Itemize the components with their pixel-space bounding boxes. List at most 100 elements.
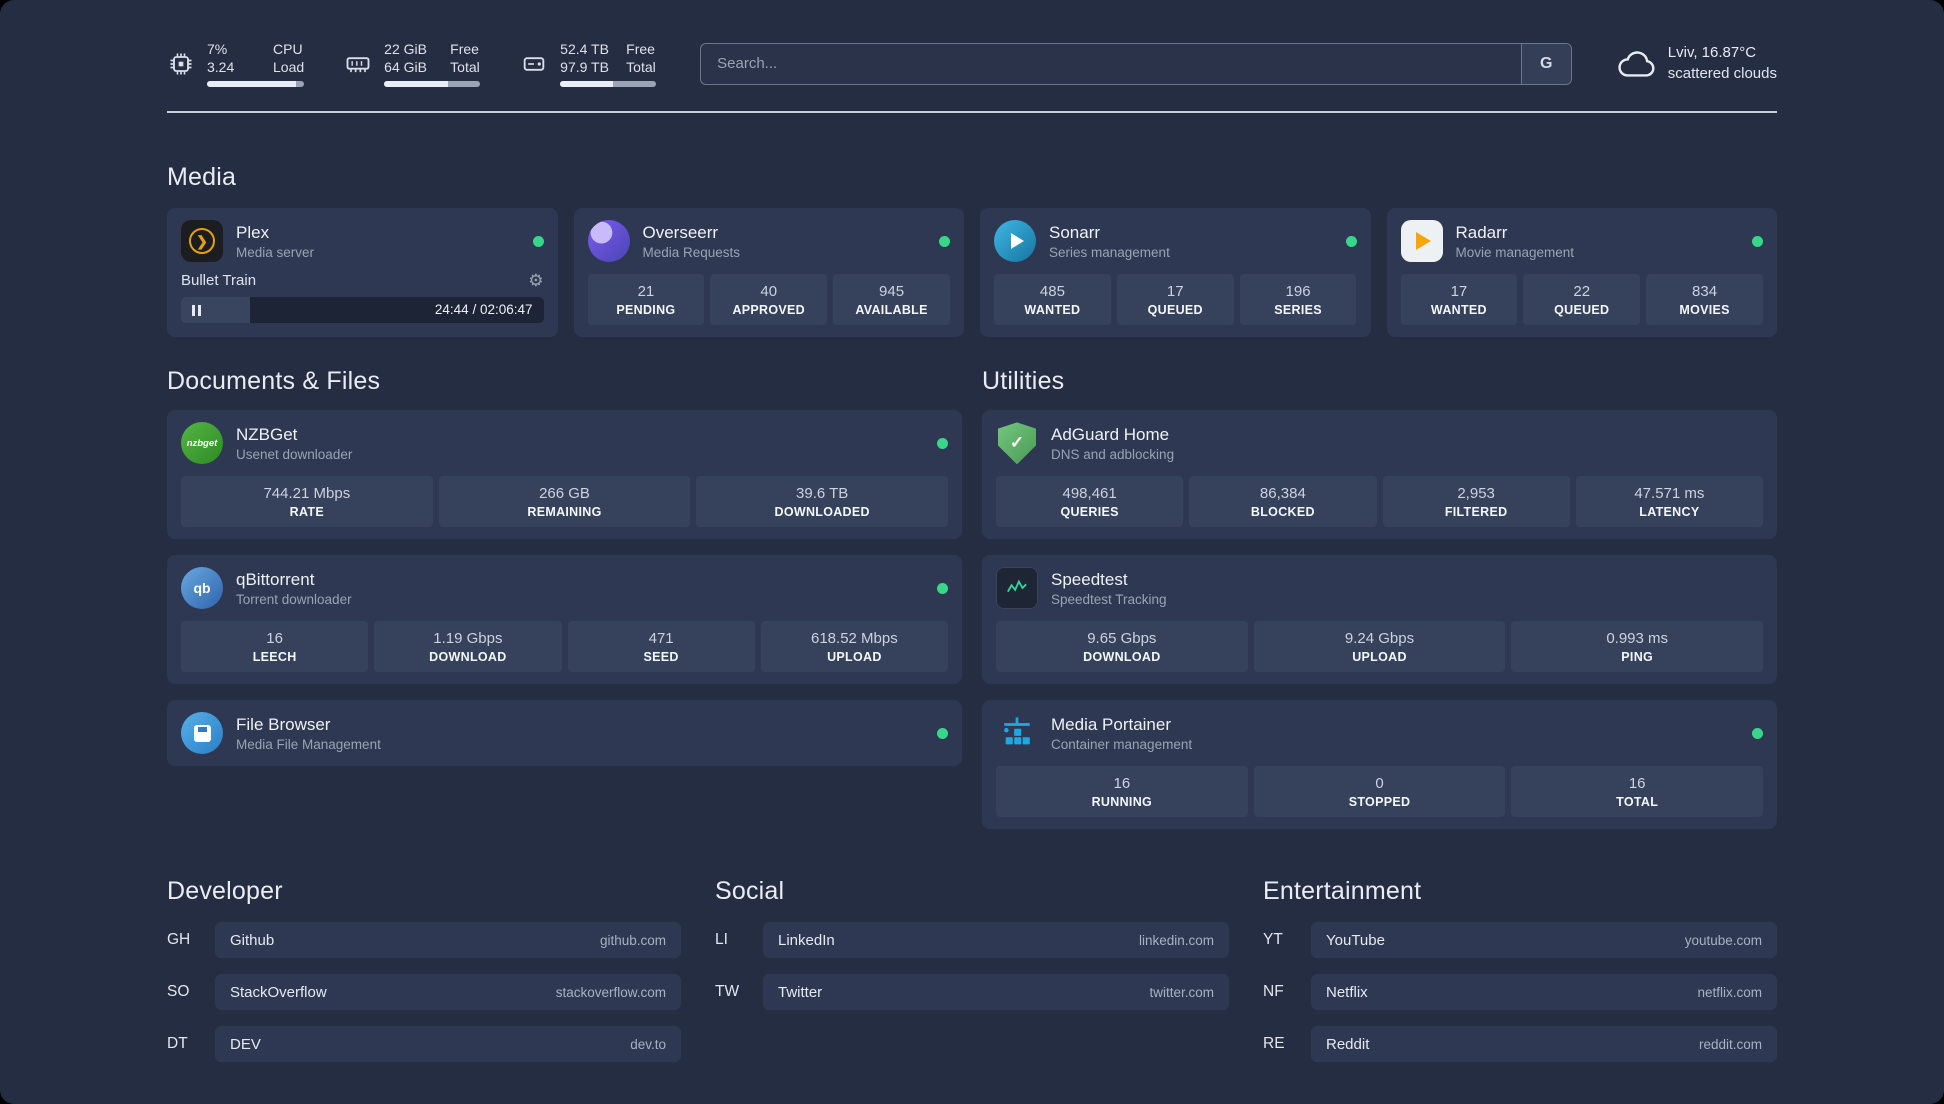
stat-total: 16 TOTAL xyxy=(1511,766,1764,818)
bookmark-abbr: NF xyxy=(1263,983,1284,1001)
bookmark-abbr: SO xyxy=(167,983,190,1001)
bookmark-stackoverflow[interactable]: SO StackOverflow stackoverflow.com xyxy=(167,974,681,1011)
cpu-icon xyxy=(167,50,195,78)
overseerr-icon xyxy=(587,220,630,263)
memory-total: 64 GiB xyxy=(384,59,427,76)
playback-time: 24:44 / 02:06:47 xyxy=(434,302,533,318)
stat-approved: 40 APPROVED xyxy=(710,274,828,326)
stat-pending: 21 PENDING xyxy=(587,274,705,326)
service-card-filebrowser[interactable]: File Browser Media File Management xyxy=(167,700,962,767)
bookmark-twitter[interactable]: TW Twitter twitter.com xyxy=(715,974,1229,1011)
bookmark-group-social: Social LI LinkedIn linkedin.com TW Twitt… xyxy=(715,877,1229,1062)
service-card-qbittorrent[interactable]: qb qBittorrent Torrent downloader 16 LEE… xyxy=(167,555,962,685)
status-dot xyxy=(937,582,948,594)
service-card-adguard[interactable]: ✓ AdGuard Home DNS and adblocking 498,46… xyxy=(982,410,1777,540)
stat-queued: 17 QUEUED xyxy=(1116,274,1234,326)
service-card-plex[interactable]: ❯ Plex Media server Bullet Train ⚙ 24:44… xyxy=(167,208,558,338)
pause-button[interactable] xyxy=(192,305,201,317)
status-dot xyxy=(937,437,948,449)
weather-location: Lviv, 16.87°C xyxy=(1667,44,1757,62)
service-card-sonarr[interactable]: Sonarr Series management 485 WANTED 17 Q… xyxy=(980,208,1371,338)
bookmark-name: DEV xyxy=(230,1035,261,1053)
stat-download: 9.65 Gbps DOWNLOAD xyxy=(996,621,1248,673)
stat-running: 16 RUNNING xyxy=(996,766,1248,818)
stat-series: 196 SERIES xyxy=(1239,274,1357,326)
bookmark-youtube[interactable]: YT YouTube youtube.com xyxy=(1263,922,1777,959)
cpu-usage-bar xyxy=(207,81,305,88)
service-card-portainer[interactable]: Media Portainer Container management 16 … xyxy=(982,700,1777,830)
section-title-utilities: Utilities xyxy=(982,367,1065,396)
bookmark-name: Twitter xyxy=(778,983,823,1001)
stat-wanted: 17 WANTED xyxy=(1400,274,1518,326)
resource-cpu: 7% 3.24 CPU Load xyxy=(167,40,305,88)
resource-memory: 22 GiB 64 GiB Free Total xyxy=(344,40,481,88)
search-provider-button[interactable]: G xyxy=(1520,43,1571,84)
bookmark-linkedin[interactable]: LI LinkedIn linkedin.com xyxy=(715,922,1229,959)
stat-downloaded: 39.6 TB DOWNLOADED xyxy=(696,476,949,528)
filebrowser-icon xyxy=(181,712,223,755)
bookmark-group-developer: Developer GH Github github.com SO StackO… xyxy=(167,877,681,1063)
stat-upload: 618.52 Mbps UPLOAD xyxy=(760,621,948,673)
adguard-icon: ✓ xyxy=(998,422,1036,465)
weather-widget: Lviv, 16.87°C scattered clouds xyxy=(1616,43,1777,84)
stat-movies: 834 MOVIES xyxy=(1646,274,1763,326)
service-card-nzbget[interactable]: nzbget NZBGet Usenet downloader 744.21 M… xyxy=(167,410,962,540)
cpu-label: CPU xyxy=(273,41,303,57)
search-input[interactable] xyxy=(701,43,1521,84)
service-name: Speedtest xyxy=(1051,569,1128,589)
bookmark-url: reddit.com xyxy=(1698,1036,1762,1052)
sonarr-icon xyxy=(994,220,1036,263)
status-dot xyxy=(939,235,950,247)
stat-blocked: 86,384 BLOCKED xyxy=(1189,476,1377,528)
service-name: Sonarr xyxy=(1049,222,1101,242)
bookmark-url: twitter.com xyxy=(1149,984,1214,1000)
radarr-icon xyxy=(1400,220,1443,263)
stat-queries: 498,461 QUERIES xyxy=(996,476,1184,528)
bookmark-abbr: LI xyxy=(715,931,728,949)
memory-free: 22 GiB xyxy=(384,41,427,57)
disk-total-label: Total xyxy=(626,59,656,76)
memory-free-label: Free xyxy=(450,41,479,57)
service-name: Radarr xyxy=(1455,222,1508,242)
bookmark-name: StackOverflow xyxy=(230,983,327,1001)
service-desc: Torrent downloader xyxy=(236,591,352,607)
bookmark-abbr: GH xyxy=(167,931,191,949)
now-playing-title: Bullet Train xyxy=(181,272,257,290)
utilities-group: Utilities ✓ AdGuard Home DNS and adblock… xyxy=(982,367,1777,830)
service-desc: Media Requests xyxy=(642,244,741,260)
service-card-radarr[interactable]: Radarr Movie management 17 WANTED 22 QUE… xyxy=(1386,208,1777,338)
disk-usage-bar xyxy=(560,81,657,88)
weather-condition: scattered clouds xyxy=(1667,64,1777,82)
status-dot xyxy=(1752,727,1763,739)
service-name: Plex xyxy=(236,222,270,242)
documents-group: Documents & Files nzbget NZBGet Usenet d… xyxy=(167,367,962,829)
bookmark-github[interactable]: GH Github github.com xyxy=(167,922,681,959)
service-name: qBittorrent xyxy=(236,569,315,589)
bookmark-dev[interactable]: DT DEV dev.to xyxy=(167,1026,681,1063)
stat-ping: 0.993 ms PING xyxy=(1511,621,1764,673)
service-name: AdGuard Home xyxy=(1051,424,1170,444)
stat-download: 1.19 Gbps DOWNLOAD xyxy=(374,621,562,673)
stat-rate: 744.21 Mbps RATE xyxy=(181,476,433,528)
service-desc: Speedtest Tracking xyxy=(1051,591,1167,607)
stat-leech: 16 LEECH xyxy=(181,621,369,673)
bookmark-url: linkedin.com xyxy=(1138,932,1214,948)
stat-upload: 9.24 Gbps UPLOAD xyxy=(1253,621,1506,673)
bookmark-url: youtube.com xyxy=(1684,932,1762,948)
gear-icon[interactable]: ⚙ xyxy=(528,272,543,289)
section-title-media: Media xyxy=(167,163,237,192)
search-bar: G xyxy=(700,42,1572,85)
service-name: Overseerr xyxy=(642,222,719,242)
service-card-overseerr[interactable]: Overseerr Media Requests 21 PENDING 40 A… xyxy=(573,208,964,338)
playback-progress-bar[interactable]: 24:44 / 02:06:47 xyxy=(181,297,544,324)
service-card-speedtest[interactable]: Speedtest Speedtest Tracking 9.65 Gbps D… xyxy=(982,555,1777,685)
cloud-icon xyxy=(1616,49,1656,79)
bookmark-name: Reddit xyxy=(1326,1035,1370,1053)
section-title-social: Social xyxy=(715,877,785,906)
disk-free-label: Free xyxy=(626,41,655,57)
stat-filtered: 2,953 FILTERED xyxy=(1382,476,1570,528)
plex-icon: ❯ xyxy=(181,220,223,263)
bookmark-reddit[interactable]: RE Reddit reddit.com xyxy=(1263,1026,1777,1063)
service-name: NZBGet xyxy=(236,424,298,444)
bookmark-netflix[interactable]: NF Netflix netflix.com xyxy=(1263,974,1777,1011)
